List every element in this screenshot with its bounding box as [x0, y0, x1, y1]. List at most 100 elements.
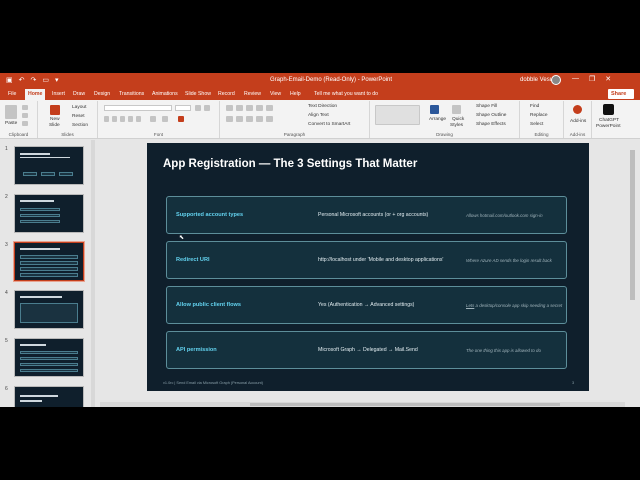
tab-review[interactable]: Review: [244, 91, 261, 97]
maximize-button[interactable]: ❐: [589, 75, 595, 83]
close-button[interactable]: ✕: [605, 75, 611, 83]
strikethrough-icon[interactable]: [136, 116, 141, 122]
slide-thumbnail-4[interactable]: [14, 290, 84, 329]
setting-value: Yes (Authentication → Advanced settings): [318, 302, 415, 308]
shape-effects-button[interactable]: Shape Effects: [476, 122, 506, 127]
reset-button[interactable]: Reset: [72, 114, 85, 119]
replace-button[interactable]: Replace: [530, 113, 548, 118]
slide-thumbnail-3[interactable]: [14, 242, 84, 281]
setting-card-account-types[interactable]: Supported account types Personal Microso…: [166, 196, 567, 234]
chatgpt-icon[interactable]: [603, 104, 614, 115]
arrange-icon[interactable]: [430, 105, 439, 114]
find-button[interactable]: Find: [530, 104, 539, 109]
cut-icon[interactable]: [22, 105, 28, 110]
chatgpt-button-line2[interactable]: PowerPoint: [596, 124, 621, 129]
copy-icon[interactable]: [22, 113, 28, 118]
tab-draw[interactable]: Draw: [73, 91, 85, 97]
chatgpt-button[interactable]: ChatGPT: [599, 118, 619, 123]
justify-icon[interactable]: [256, 116, 263, 122]
thumb-title-line: [20, 153, 50, 155]
addins-group: Add-ins Add-ins: [564, 101, 592, 138]
align-left-icon[interactable]: [226, 116, 233, 122]
setting-card-api-permission[interactable]: API permission Microsoft Graph → Delegat…: [166, 331, 567, 369]
tab-help[interactable]: Help: [290, 91, 301, 97]
undo-icon[interactable]: ↶: [19, 76, 25, 84]
align-text-button[interactable]: Align Text: [308, 113, 329, 118]
slide-thumbnail-2[interactable]: [14, 194, 84, 233]
bold-icon[interactable]: [104, 116, 109, 122]
shape-fill-button[interactable]: Shape Fill: [476, 104, 497, 109]
setting-card-redirect-uri[interactable]: Redirect URI http://localhost under 'Mob…: [166, 241, 567, 279]
arrange-button[interactable]: Arrange: [429, 117, 446, 122]
user-name[interactable]: dobble Vesu: [520, 77, 553, 83]
shapes-gallery[interactable]: [375, 105, 420, 125]
slide-thumbnail-5[interactable]: [14, 338, 84, 377]
align-right-icon[interactable]: [246, 116, 253, 122]
tab-view[interactable]: View: [270, 91, 281, 97]
save-icon[interactable]: ▣: [6, 76, 13, 84]
slide-title[interactable]: App Registration — The 3 Settings That M…: [163, 158, 417, 170]
thumbnail-number: 3: [5, 242, 8, 248]
align-center-icon[interactable]: [236, 116, 243, 122]
slide-thumbnail-6[interactable]: [14, 386, 84, 407]
thumb-box: [20, 261, 78, 265]
layout-button[interactable]: Layout: [72, 105, 86, 110]
tab-transitions[interactable]: Transitions: [119, 91, 144, 97]
addins-icon[interactable]: [573, 105, 582, 114]
quick-styles-button[interactable]: Quick: [452, 117, 464, 122]
columns-icon[interactable]: [266, 116, 273, 122]
char-spacing-icon[interactable]: [150, 116, 156, 122]
italic-icon[interactable]: [112, 116, 117, 122]
scroll-thumb[interactable]: [630, 150, 635, 300]
grow-font-icon[interactable]: [195, 105, 201, 111]
new-slide-button-line2[interactable]: Slide: [49, 123, 60, 128]
paste-icon[interactable]: [5, 105, 17, 119]
tab-insert[interactable]: Insert: [52, 91, 65, 97]
decrease-indent-icon[interactable]: [246, 105, 253, 111]
line-spacing-icon[interactable]: [266, 105, 273, 111]
tab-home[interactable]: Home: [25, 89, 46, 100]
font-color-icon[interactable]: [178, 116, 184, 122]
slide-thumbnails-pane[interactable]: 1 2 3 4 5 6: [0, 140, 95, 407]
setting-value: http://localhost under 'Mobile and deskt…: [318, 257, 444, 263]
quick-styles-button-line2[interactable]: Styles: [450, 123, 463, 128]
convert-smartart-button[interactable]: Convert to SmartArt: [308, 122, 350, 127]
increase-indent-icon[interactable]: [256, 105, 263, 111]
scroll-thumb[interactable]: [250, 403, 560, 406]
tab-record[interactable]: Record: [218, 91, 235, 97]
avatar[interactable]: [551, 75, 561, 85]
paste-button[interactable]: Paste: [5, 121, 17, 126]
setting-card-public-client[interactable]: Allow public client flows Yes (Authentic…: [166, 286, 567, 324]
slide-thumbnail-1[interactable]: [14, 146, 84, 185]
font-name-input[interactable]: [104, 105, 172, 111]
shape-outline-button[interactable]: Shape Outline: [476, 113, 506, 118]
underline-icon[interactable]: [120, 116, 125, 122]
shadow-icon[interactable]: [128, 116, 133, 122]
shrink-font-icon[interactable]: [204, 105, 210, 111]
change-case-icon[interactable]: [162, 116, 168, 122]
tab-slide-show[interactable]: Slide Show: [185, 91, 211, 97]
format-painter-icon[interactable]: [22, 121, 28, 126]
current-slide[interactable]: App Registration — The 3 Settings That M…: [147, 143, 589, 391]
redo-icon[interactable]: ↷: [31, 76, 37, 84]
share-button[interactable]: Share: [608, 89, 634, 99]
section-button[interactable]: Section: [72, 123, 88, 128]
minimize-button[interactable]: —: [572, 75, 579, 83]
tab-design[interactable]: Design: [94, 91, 110, 97]
canvas-vertical-scrollbar[interactable]: [626, 140, 640, 407]
text-direction-button[interactable]: Text Direction: [308, 104, 337, 109]
bullets-icon[interactable]: [226, 105, 233, 111]
tab-animations[interactable]: Animations: [152, 91, 178, 97]
new-slide-icon[interactable]: [50, 105, 60, 115]
quick-styles-icon[interactable]: [452, 105, 461, 114]
numbering-icon[interactable]: [236, 105, 243, 111]
customize-qat-icon[interactable]: ▾: [55, 76, 59, 84]
addins-button[interactable]: Add-ins: [570, 119, 586, 124]
tell-me-search[interactable]: Tell me what you want to do: [314, 91, 378, 97]
present-icon[interactable]: ▭: [42, 76, 49, 84]
canvas-horizontal-scrollbar[interactable]: [100, 402, 625, 407]
tab-file[interactable]: File: [8, 91, 16, 97]
new-slide-button[interactable]: New: [50, 117, 60, 122]
select-button[interactable]: Select: [530, 122, 543, 127]
font-size-input[interactable]: [175, 105, 191, 111]
